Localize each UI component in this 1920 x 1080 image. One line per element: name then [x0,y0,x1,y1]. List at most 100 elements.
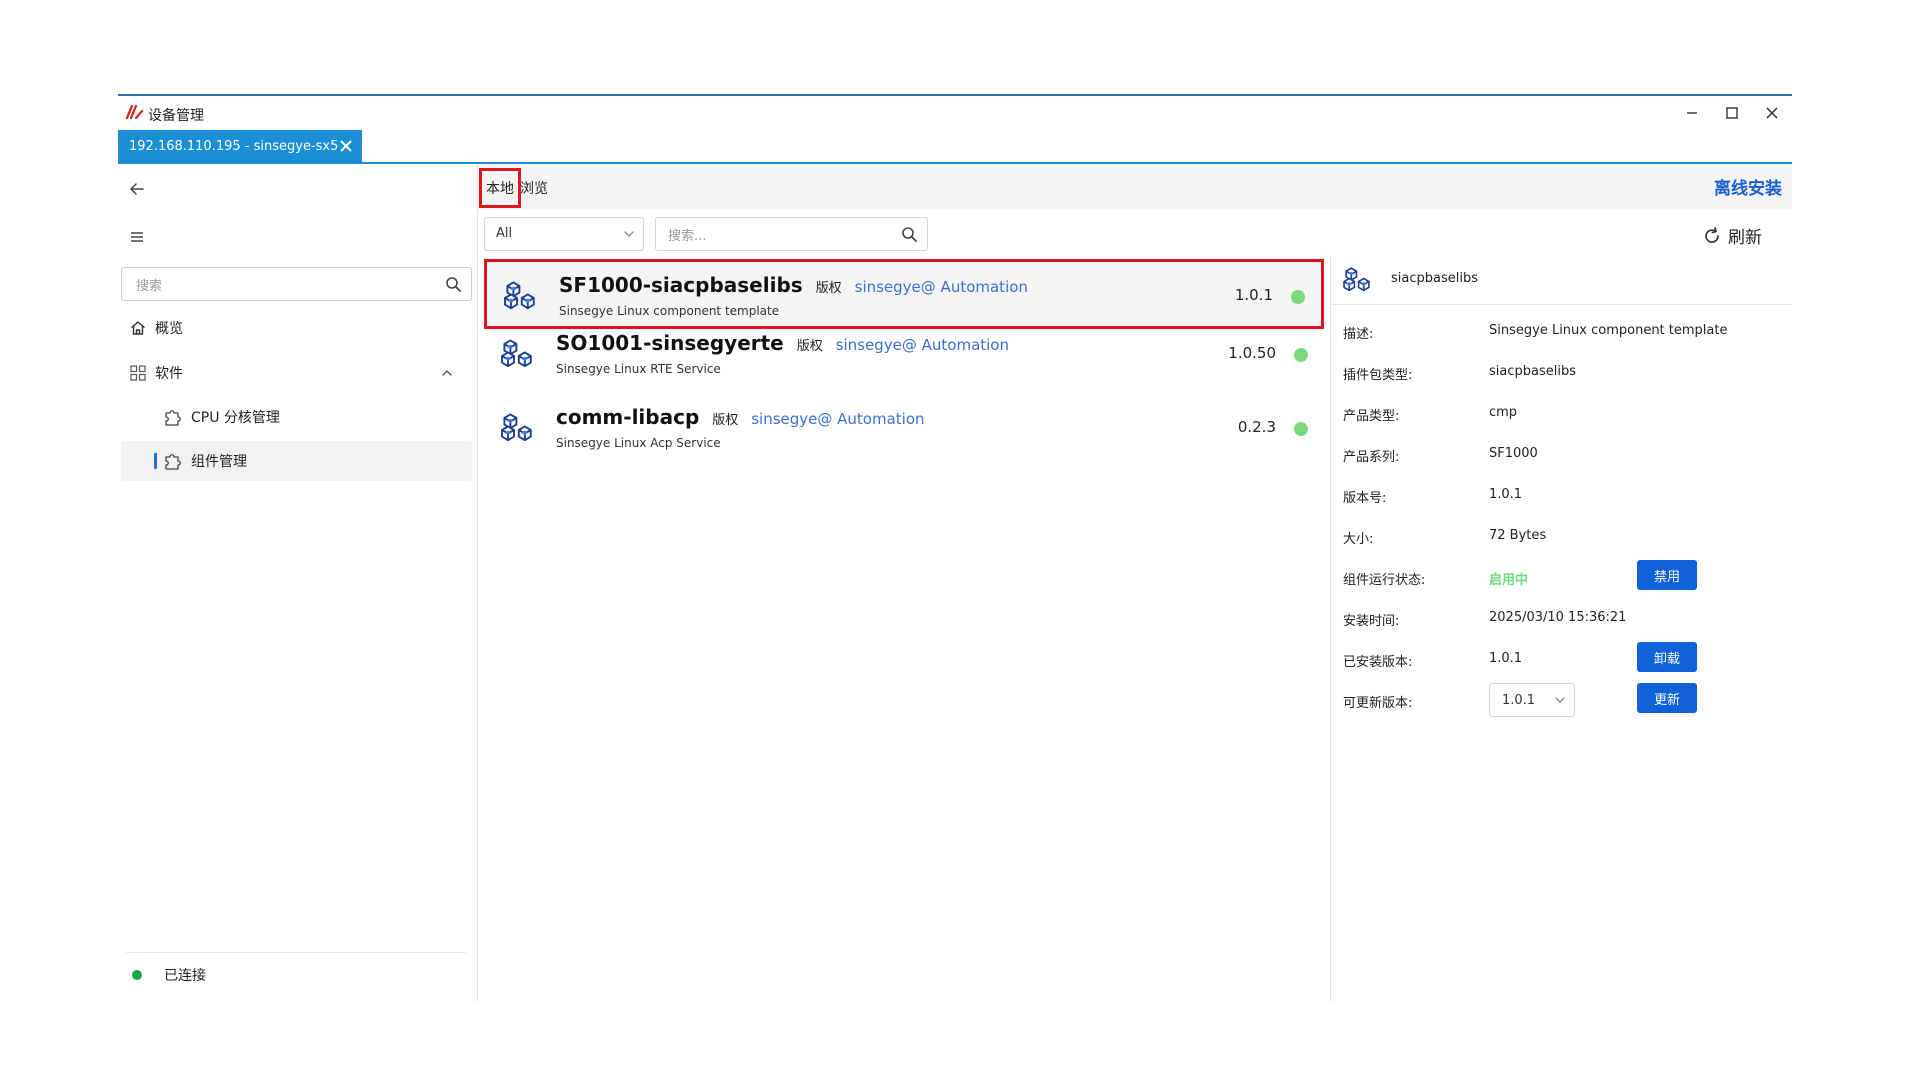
disable-button[interactable]: 禁用 [1637,560,1697,590]
detail-package-type: siacpbaselibs [1489,364,1576,379]
minimize-button[interactable] [1672,100,1712,126]
hamburger-menu-icon [131,232,143,242]
update-version-select[interactable]: 1.0.1 [1489,683,1575,717]
package-version: 0.2.3 [1237,418,1276,436]
detail-installed-version: 1.0.1 [1489,651,1523,666]
package-copyright: 版权 [815,281,842,296]
detail-product-type: cmp [1489,405,1518,420]
update-version-value: 1.0.1 [1502,693,1536,708]
tab-close-button[interactable] [336,136,356,156]
connection-status-dot [132,970,142,980]
selection-indicator [154,453,157,469]
package-icon [501,413,532,442]
puzzle-icon [163,451,183,471]
detail-label: 安装时间: [1343,614,1400,629]
package-icon [1343,267,1370,292]
package-name-line: SF1000-siacpbaselibs 版权 sinsegye@ Automa… [559,273,1028,297]
detail-label: 组件运行状态: [1343,573,1426,588]
package-name: comm-libacp [556,405,700,429]
package-list: SF1000-siacpbaselibs 版权 sinsegye@ Automa… [478,256,1331,1002]
refresh-icon [1705,226,1719,243]
sidebar-divider [126,952,466,953]
package-status-dot [1294,348,1308,362]
grid-icon [129,364,147,382]
detail-label: 版本号: [1343,491,1387,506]
arrow-left-icon [130,183,144,195]
filter-value: All [496,226,513,241]
package-copyright: 版权 [712,413,739,428]
package-author-link[interactable]: sinsegye@ Automation [751,410,924,428]
window-title: 设备管理 [148,108,204,124]
refresh-button[interactable]: 刷新 [1702,223,1762,248]
device-tab-label: 192.168.110.195 - sinsegye-sx5 [129,138,339,154]
sidebar-item-overview[interactable]: 概览 [121,308,472,348]
package-item-comm-libacp[interactable]: comm-libacp 版权 sinsegye@ Automation Sins… [484,394,1324,464]
detail-label: 描述: [1343,327,1374,342]
chevron-down-icon [1555,697,1565,703]
tab-browse[interactable]: 浏览 [520,178,548,198]
detail-label: 产品类型: [1343,409,1400,424]
package-item-sf1000[interactable]: SF1000-siacpbaselibs 版权 sinsegye@ Automa… [484,259,1324,329]
package-icon [501,339,532,368]
detail-product-series: SF1000 [1489,446,1538,461]
package-item-so1001[interactable]: SO1001-sinsegyerte 版权 sinsegye@ Automati… [484,320,1324,390]
package-detail-panel: siacpbaselibs 描述: Sinsegye Linux compone… [1331,256,1792,1002]
maximize-button[interactable] [1712,100,1752,126]
detail-run-status: 启用中 [1489,573,1529,588]
sidebar-item-software[interactable]: 软件 [121,353,472,393]
package-version: 1.0.50 [1228,344,1276,362]
close-icon [1766,107,1778,119]
sidebar-item-label: 组件管理 [191,454,247,470]
uninstall-button[interactable]: 卸载 [1637,642,1697,672]
package-name-line: comm-libacp 版权 sinsegye@ Automation [556,405,925,429]
puzzle-icon [163,407,183,427]
device-tab-bar: 192.168.110.195 - sinsegye-sx5 [118,130,1792,164]
close-window-button[interactable] [1752,100,1792,126]
device-tab[interactable]: 192.168.110.195 - sinsegye-sx5 [118,130,362,162]
sidebar-item-label: 软件 [155,366,183,382]
package-description: Sinsegye Linux RTE Service [556,362,721,376]
chevron-up-icon[interactable] [441,367,453,379]
detail-header: siacpbaselibs [1331,256,1792,305]
main-content: 本地 浏览 离线安装 All 刷新 SF1000-siacpbaselibs 版… [478,164,1792,1002]
package-description: Sinsegye Linux component template [559,304,780,318]
sidebar-item-label: CPU 分核管理 [191,410,280,426]
detail-label: 大小: [1343,532,1374,547]
sidebar-search-input[interactable] [134,275,438,297]
package-icon [504,281,535,310]
sidebar: 概览 软件 CPU 分核管理 组件管理 已连接 [118,164,478,1002]
home-icon [129,319,147,337]
category-filter-select[interactable]: All [484,217,644,251]
package-author-link[interactable]: sinsegye@ Automation [836,336,1009,354]
back-button[interactable] [122,174,152,204]
update-button[interactable]: 更新 [1637,683,1697,713]
package-author-link[interactable]: sinsegye@ Automation [855,278,1028,296]
package-version: 1.0.1 [1234,286,1273,304]
search-icon[interactable] [901,226,917,242]
detail-title: siacpbaselibs [1391,271,1478,286]
package-name: SF1000-siacpbaselibs [559,273,803,297]
close-icon [340,140,352,152]
detail-description: Sinsegye Linux component template [1489,323,1728,338]
package-search-input[interactable] [666,225,890,247]
refresh-label: 刷新 [1728,228,1762,248]
chevron-down-icon [624,231,634,237]
detail-size: 72 Bytes [1489,528,1547,543]
detail-install-time: 2025/03/10 15:36:21 [1489,610,1627,625]
sidebar-item-component-management[interactable]: 组件管理 [121,441,472,481]
detail-label: 插件包类型: [1343,368,1413,383]
search-icon[interactable] [445,276,461,292]
sidebar-item-cpu-core-management[interactable]: CPU 分核管理 [121,397,472,437]
menu-toggle-button[interactable] [122,222,152,252]
tab-local[interactable]: 本地 [486,178,514,198]
connection-status: 已连接 [164,968,206,984]
detail-label: 可更新版本: [1343,696,1413,711]
app-logo-icon [126,105,144,119]
offline-install-link[interactable]: 离线安装 [1714,174,1782,199]
package-name: SO1001-sinsegyerte [556,331,784,355]
package-status-dot [1291,290,1305,304]
maximize-icon [1726,107,1738,119]
package-description: Sinsegye Linux Acp Service [556,436,721,450]
detail-label: 产品系列: [1343,450,1400,465]
minimize-icon [1687,112,1697,114]
